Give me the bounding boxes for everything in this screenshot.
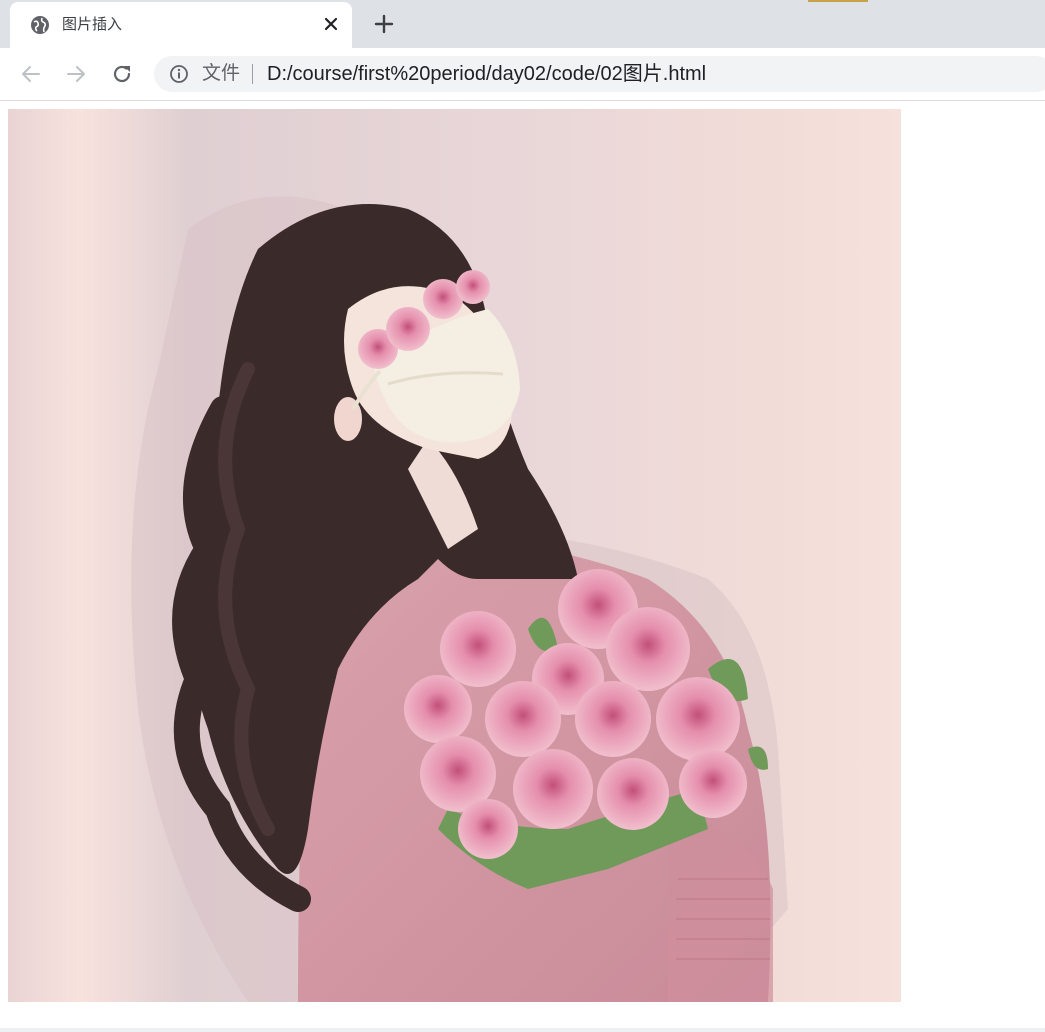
- tab-title: 图片插入: [62, 16, 123, 33]
- reload-icon[interactable]: [110, 62, 134, 86]
- url-text[interactable]: D:/course/first%20period/day02/code/02图片…: [267, 62, 706, 86]
- content-image: [8, 109, 901, 1002]
- toolbar: 文件 D:/course/first%20period/day02/code/0…: [0, 48, 1045, 101]
- active-tab[interactable]: 图片插入: [10, 2, 352, 48]
- omnibox-separator: [252, 64, 253, 84]
- forward-arrow-icon[interactable]: [64, 62, 88, 86]
- info-icon[interactable]: [169, 64, 189, 84]
- globe-icon: [31, 16, 49, 34]
- new-tab-icon[interactable]: [372, 12, 396, 36]
- bottom-scroll-edge: [0, 1028, 1045, 1032]
- close-tab-icon[interactable]: [322, 15, 340, 33]
- tab-strip: 图片插入: [0, 0, 1045, 48]
- security-chip[interactable]: 文件: [202, 63, 240, 85]
- page-content: [0, 101, 1045, 1032]
- address-bar[interactable]: 文件 D:/course/first%20period/day02/code/0…: [154, 56, 1045, 92]
- tabstrip-accent: [808, 0, 868, 2]
- back-arrow-icon[interactable]: [19, 62, 43, 86]
